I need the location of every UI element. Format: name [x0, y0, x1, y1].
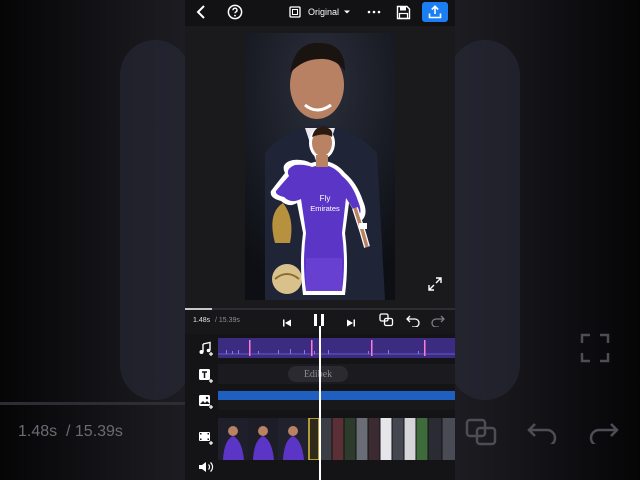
help-button[interactable]: [225, 2, 245, 22]
aspect-ratio-label: Original: [308, 7, 340, 17]
copy-layers-icon: [379, 313, 394, 327]
add-image-button[interactable]: [198, 394, 214, 410]
audio-track[interactable]: [218, 338, 455, 358]
undo-button[interactable]: [406, 314, 422, 328]
add-text-button[interactable]: [198, 368, 214, 384]
playhead[interactable]: [319, 326, 321, 480]
audio-waveform: [218, 340, 455, 356]
save-button[interactable]: [393, 2, 413, 22]
video-track[interactable]: [218, 418, 455, 460]
blurred-background-right: [450, 0, 640, 480]
previous-button[interactable]: [282, 315, 294, 327]
progress-fill: [185, 308, 212, 310]
video-preview: Fly Emirates: [185, 26, 455, 308]
chevron-left-icon: [196, 5, 205, 19]
redo-button[interactable]: [431, 314, 447, 328]
pause-icon: [314, 314, 324, 326]
blurred-background-left: 1.48s / 15.39s: [0, 0, 190, 480]
blurred-figure: [450, 40, 520, 400]
video-frame[interactable]: Fly Emirates: [245, 33, 395, 300]
current-time: 1.48s: [193, 317, 211, 324]
more-button[interactable]: [363, 2, 385, 22]
image-overlay-clip[interactable]: [218, 391, 455, 400]
export-button[interactable]: [422, 2, 448, 22]
skip-next-icon: [347, 319, 355, 327]
music-add-icon: [199, 341, 213, 356]
keyframe-button[interactable]: [379, 313, 395, 329]
text-clip-label: Edibek: [303, 368, 333, 380]
background-expand-icon: [580, 333, 610, 363]
aspect-ratio-dropdown[interactable]: Original: [289, 2, 353, 22]
redo-icon: [431, 315, 445, 328]
next-button[interactable]: [346, 315, 358, 327]
background-progress-line: [0, 402, 185, 405]
volume-button[interactable]: [198, 460, 214, 476]
background-undo-icon: [527, 423, 557, 444]
upload-icon: [428, 5, 442, 19]
text-add-icon: [199, 369, 213, 383]
editor-screen: Original Fly Emirates 1.48s / 15.39s Edi…: [185, 0, 455, 480]
add-audio-button[interactable]: [198, 341, 214, 357]
volume-icon: [199, 462, 214, 472]
question-circle-icon: [227, 4, 243, 20]
text-track[interactable]: Edibek: [218, 364, 455, 384]
skip-previous-icon: [283, 319, 291, 327]
progress-bar[interactable]: [185, 308, 455, 310]
sticker-text-2: Emirates: [310, 204, 340, 213]
video-thumbnails: [218, 418, 455, 460]
image-track[interactable]: [218, 390, 455, 410]
video-frame-image: Fly Emirates: [245, 33, 395, 300]
image-add-icon: [199, 395, 213, 409]
expand-icon: [428, 277, 442, 291]
chevron-down-icon: [344, 10, 351, 14]
blurred-figure: [120, 40, 190, 400]
background-total-time: / 15.39s: [66, 423, 123, 440]
sticker-text-1: Fly: [320, 194, 331, 203]
aspect-ratio-icon: [289, 6, 301, 18]
total-time: / 15.39s: [215, 317, 240, 324]
background-redo-icon: [589, 423, 619, 444]
fullscreen-button[interactable]: [428, 277, 444, 293]
back-button[interactable]: [191, 2, 211, 22]
text-clip[interactable]: Edibek: [288, 366, 348, 382]
more-icon: [367, 10, 381, 14]
background-current-time: 1.48s: [18, 423, 58, 440]
background-copy-layers-icon: [465, 418, 497, 446]
top-toolbar: Original: [185, 0, 455, 26]
add-video-button[interactable]: [198, 430, 214, 446]
save-icon: [396, 5, 410, 19]
undo-icon: [406, 315, 420, 328]
video-add-icon: [199, 432, 213, 445]
